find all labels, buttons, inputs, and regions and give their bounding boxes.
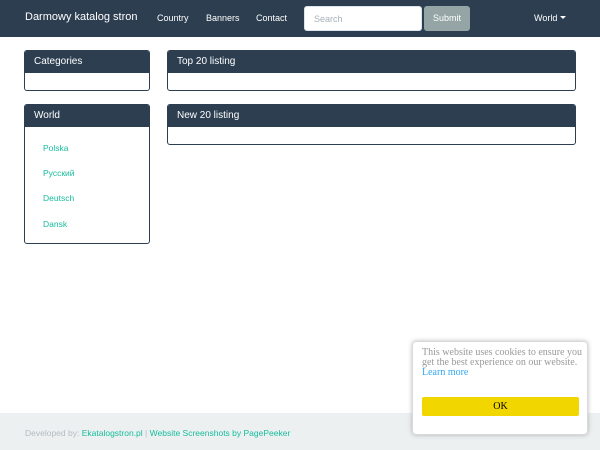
new-listing-panel-title: New 20 listing <box>168 105 575 127</box>
footer-text: Developed by: Ekatalogstron.pl | Website… <box>25 428 290 438</box>
learn-more-link[interactable]: Learn more <box>422 368 582 378</box>
categories-panel-title: Categories <box>25 51 149 73</box>
cookie-ok-label: OK <box>493 401 508 412</box>
nav-link-contact[interactable]: Contact <box>256 13 287 23</box>
new-listing-panel: New 20 listing <box>167 104 576 145</box>
footer-separator: | <box>145 428 148 438</box>
screenshots-link[interactable]: Website Screenshots by PagePeeker <box>150 428 291 438</box>
world-link-polska[interactable]: Polska <box>43 143 69 153</box>
world-panel: World Polska Русский Deutsch Dansk <box>24 104 150 244</box>
developed-by-label: Developed by: <box>25 428 80 438</box>
submit-button[interactable]: Submit <box>424 6 470 31</box>
world-dropdown-label: World <box>534 13 558 23</box>
brand-link[interactable]: Darmowy katalog stron <box>25 11 138 23</box>
cookie-message-container: This website uses cookies to ensure you … <box>422 348 582 378</box>
search-input[interactable] <box>304 6 422 31</box>
caret-down-icon <box>560 16 567 19</box>
top-listing-panel: Top 20 listing <box>167 50 576 91</box>
world-link-deutsch[interactable]: Deutsch <box>43 193 74 203</box>
world-panel-title: World <box>25 105 149 127</box>
world-link-dansk[interactable]: Dansk <box>43 219 67 229</box>
nav-link-country[interactable]: Country <box>157 13 189 23</box>
categories-panel: Categories <box>24 50 150 91</box>
cookie-ok-button[interactable]: OK <box>422 397 579 416</box>
cookie-message: This website uses cookies to ensure you … <box>422 347 582 368</box>
world-dropdown[interactable]: World <box>534 13 567 23</box>
developer-link[interactable]: Ekatalogstron.pl <box>82 428 143 438</box>
submit-button-label: Submit <box>432 13 461 23</box>
navbar: Darmowy katalog stron Country Banners Co… <box>0 0 600 37</box>
nav-link-banners[interactable]: Banners <box>206 13 240 23</box>
world-link-russian[interactable]: Русский <box>43 168 75 178</box>
top-listing-panel-title: Top 20 listing <box>168 51 575 73</box>
cookie-banner: This website uses cookies to ensure you … <box>412 341 588 435</box>
